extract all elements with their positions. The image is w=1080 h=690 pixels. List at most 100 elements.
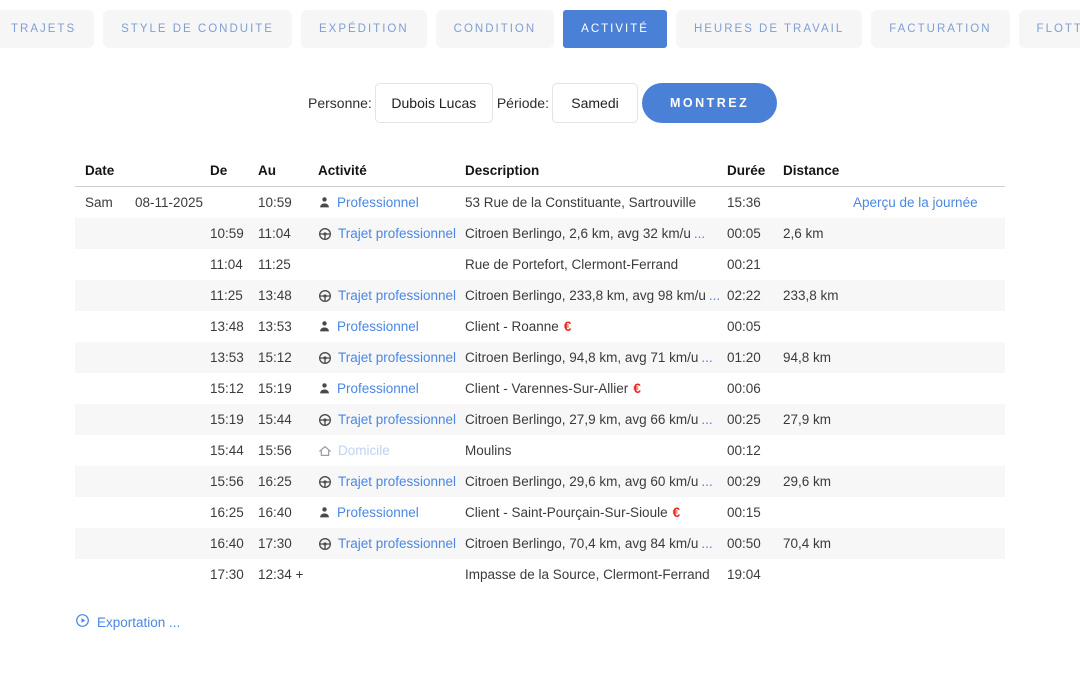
tab-facturation[interactable]: FACTURATION <box>871 10 1009 48</box>
tab-style-de-conduite[interactable]: STYLE DE CONDUITE <box>103 10 292 48</box>
cell-activity: Trajet professionnel <box>318 288 465 303</box>
cell-duration: 19:04 <box>727 567 783 582</box>
cell-duration: 00:12 <box>727 443 783 458</box>
cell-time-from: 17:30 <box>210 567 258 582</box>
cell-time-to: 15:19 <box>258 381 318 396</box>
table-row: 11:0411:25Rue de Portefort, Clermont-Fer… <box>75 249 1005 280</box>
cell-time-to: 17:30 <box>258 536 318 551</box>
person-select-value: Dubois Lucas <box>391 95 476 111</box>
activity-link[interactable]: Professionnel <box>337 319 419 334</box>
activity-link[interactable]: Professionnel <box>337 381 419 396</box>
tab-condition[interactable]: CONDITION <box>436 10 555 48</box>
cell-activity: Trajet professionnel <box>318 350 465 365</box>
activity-link[interactable]: Domicile <box>338 443 390 458</box>
person-icon <box>318 382 331 395</box>
description-text: Client - Saint-Pourçain-Sur-Sioule <box>465 505 668 520</box>
cell-time-to: 12:34 + <box>258 567 318 582</box>
cell-activity: Trajet professionnel <box>318 412 465 427</box>
tab-activit-[interactable]: ACTIVITÉ <box>563 10 667 48</box>
cell-activity: Trajet professionnel <box>318 474 465 489</box>
activity-link[interactable]: Trajet professionnel <box>338 350 456 365</box>
cell-description: Citroen Berlingo, 233,8 km, avg 98 km/u.… <box>465 288 727 303</box>
cell-duration: 00:29 <box>727 474 783 489</box>
cell-time-from: 15:19 <box>210 412 258 427</box>
cell-day: Sam <box>85 195 135 210</box>
cell-time-from: 15:56 <box>210 474 258 489</box>
cell-time-from: 11:25 <box>210 288 258 303</box>
cell-activity: Professionnel <box>318 319 465 334</box>
cell-time-to: 13:53 <box>258 319 318 334</box>
cell-activity: Professionnel <box>318 505 465 520</box>
cell-distance: 94,8 km <box>783 350 853 365</box>
filter-bar: Personne: Dubois Lucas Période: Samedi M… <box>308 83 1080 123</box>
table-row: 16:2516:40ProfessionnelClient - Saint-Po… <box>75 497 1005 528</box>
steering-wheel-icon <box>318 227 332 241</box>
cell-activity: Trajet professionnel <box>318 536 465 551</box>
steering-wheel-icon <box>318 351 332 365</box>
period-label: Période: <box>497 95 549 111</box>
cell-time-to: 11:25 <box>258 257 318 272</box>
cell-distance: 29,6 km <box>783 474 853 489</box>
activity-link[interactable]: Professionnel <box>337 505 419 520</box>
description-text: Citroen Berlingo, 70,4 km, avg 84 km/u <box>465 536 698 551</box>
person-icon <box>318 382 331 395</box>
activity-link[interactable]: Trajet professionnel <box>338 474 456 489</box>
cell-duration: 00:21 <box>727 257 783 272</box>
table-row: 11:2513:48 Trajet professionnel Citroen Be… <box>75 280 1005 311</box>
activity-link[interactable]: Trajet professionnel <box>338 536 456 551</box>
show-button[interactable]: MONTREZ <box>642 83 777 123</box>
activity-link[interactable]: Trajet professionnel <box>338 412 456 427</box>
cell-time-to: 15:56 <box>258 443 318 458</box>
tab-heures-de-travail[interactable]: HEURES DE TRAVAIL <box>676 10 862 48</box>
table-row: 17:3012:34 +Impasse de la Source, Clermo… <box>75 559 1005 590</box>
cell-time-from: 16:40 <box>210 536 258 551</box>
cell-time-to: 16:25 <box>258 474 318 489</box>
description-more-link[interactable]: ... <box>709 288 720 303</box>
billable-euro-badge: € <box>673 505 681 520</box>
description-more-link[interactable]: ... <box>694 226 705 241</box>
cell-duration: 15:36 <box>727 195 783 210</box>
steering-wheel-icon <box>318 227 332 241</box>
play-circle-icon <box>75 613 90 631</box>
activity-link[interactable]: Professionnel <box>337 195 419 210</box>
header-duration: Durée <box>727 163 783 178</box>
tab-flotte[interactable]: FLOTTE <box>1019 10 1080 48</box>
cell-time-from: 15:44 <box>210 443 258 458</box>
cell-time-to: 10:59 <box>258 195 318 210</box>
person-select[interactable]: Dubois Lucas <box>375 83 493 123</box>
person-icon <box>318 196 331 209</box>
cell-distance: 2,6 km <box>783 226 853 241</box>
header-au: Au <box>258 163 318 178</box>
description-text: Client - Varennes-Sur-Allier <box>465 381 628 396</box>
cell-time-from: 13:48 <box>210 319 258 334</box>
cell-distance: 233,8 km <box>783 288 853 303</box>
cell-description: Client - Varennes-Sur-Allier € <box>465 381 727 396</box>
description-more-link[interactable]: ... <box>701 350 712 365</box>
cell-distance: 70,4 km <box>783 536 853 551</box>
description-more-link[interactable]: ... <box>701 474 712 489</box>
cell-time-to: 13:48 <box>258 288 318 303</box>
export-link[interactable]: Exportation ... <box>75 613 180 631</box>
cell-time-to: 16:40 <box>258 505 318 520</box>
tab-exp-dition[interactable]: EXPÉDITION <box>301 10 427 48</box>
activity-link[interactable]: Trajet professionnel <box>338 288 456 303</box>
person-icon <box>318 196 331 209</box>
cell-activity: Professionnel <box>318 195 465 210</box>
description-more-link[interactable]: ... <box>701 536 712 551</box>
table-row: 15:1215:19ProfessionnelClient - Varennes… <box>75 373 1005 404</box>
day-overview-link[interactable]: Aperçu de la journée <box>853 195 978 210</box>
cell-duration: 00:05 <box>727 226 783 241</box>
person-icon <box>318 320 331 333</box>
billable-euro-badge: € <box>633 381 641 396</box>
period-select[interactable]: Samedi <box>552 83 638 123</box>
description-more-link[interactable]: ... <box>701 412 712 427</box>
steering-wheel-icon <box>318 413 332 427</box>
steering-wheel-icon <box>318 413 332 427</box>
cell-duration: 00:25 <box>727 412 783 427</box>
activity-link[interactable]: Trajet professionnel <box>338 226 456 241</box>
billable-euro-badge: € <box>564 319 572 334</box>
cell-duration: 00:50 <box>727 536 783 551</box>
tab-trajets[interactable]: TRAJETS <box>0 10 94 48</box>
cell-description: Citroen Berlingo, 94,8 km, avg 71 km/u..… <box>465 350 727 365</box>
cell-activity: Trajet professionnel <box>318 226 465 241</box>
